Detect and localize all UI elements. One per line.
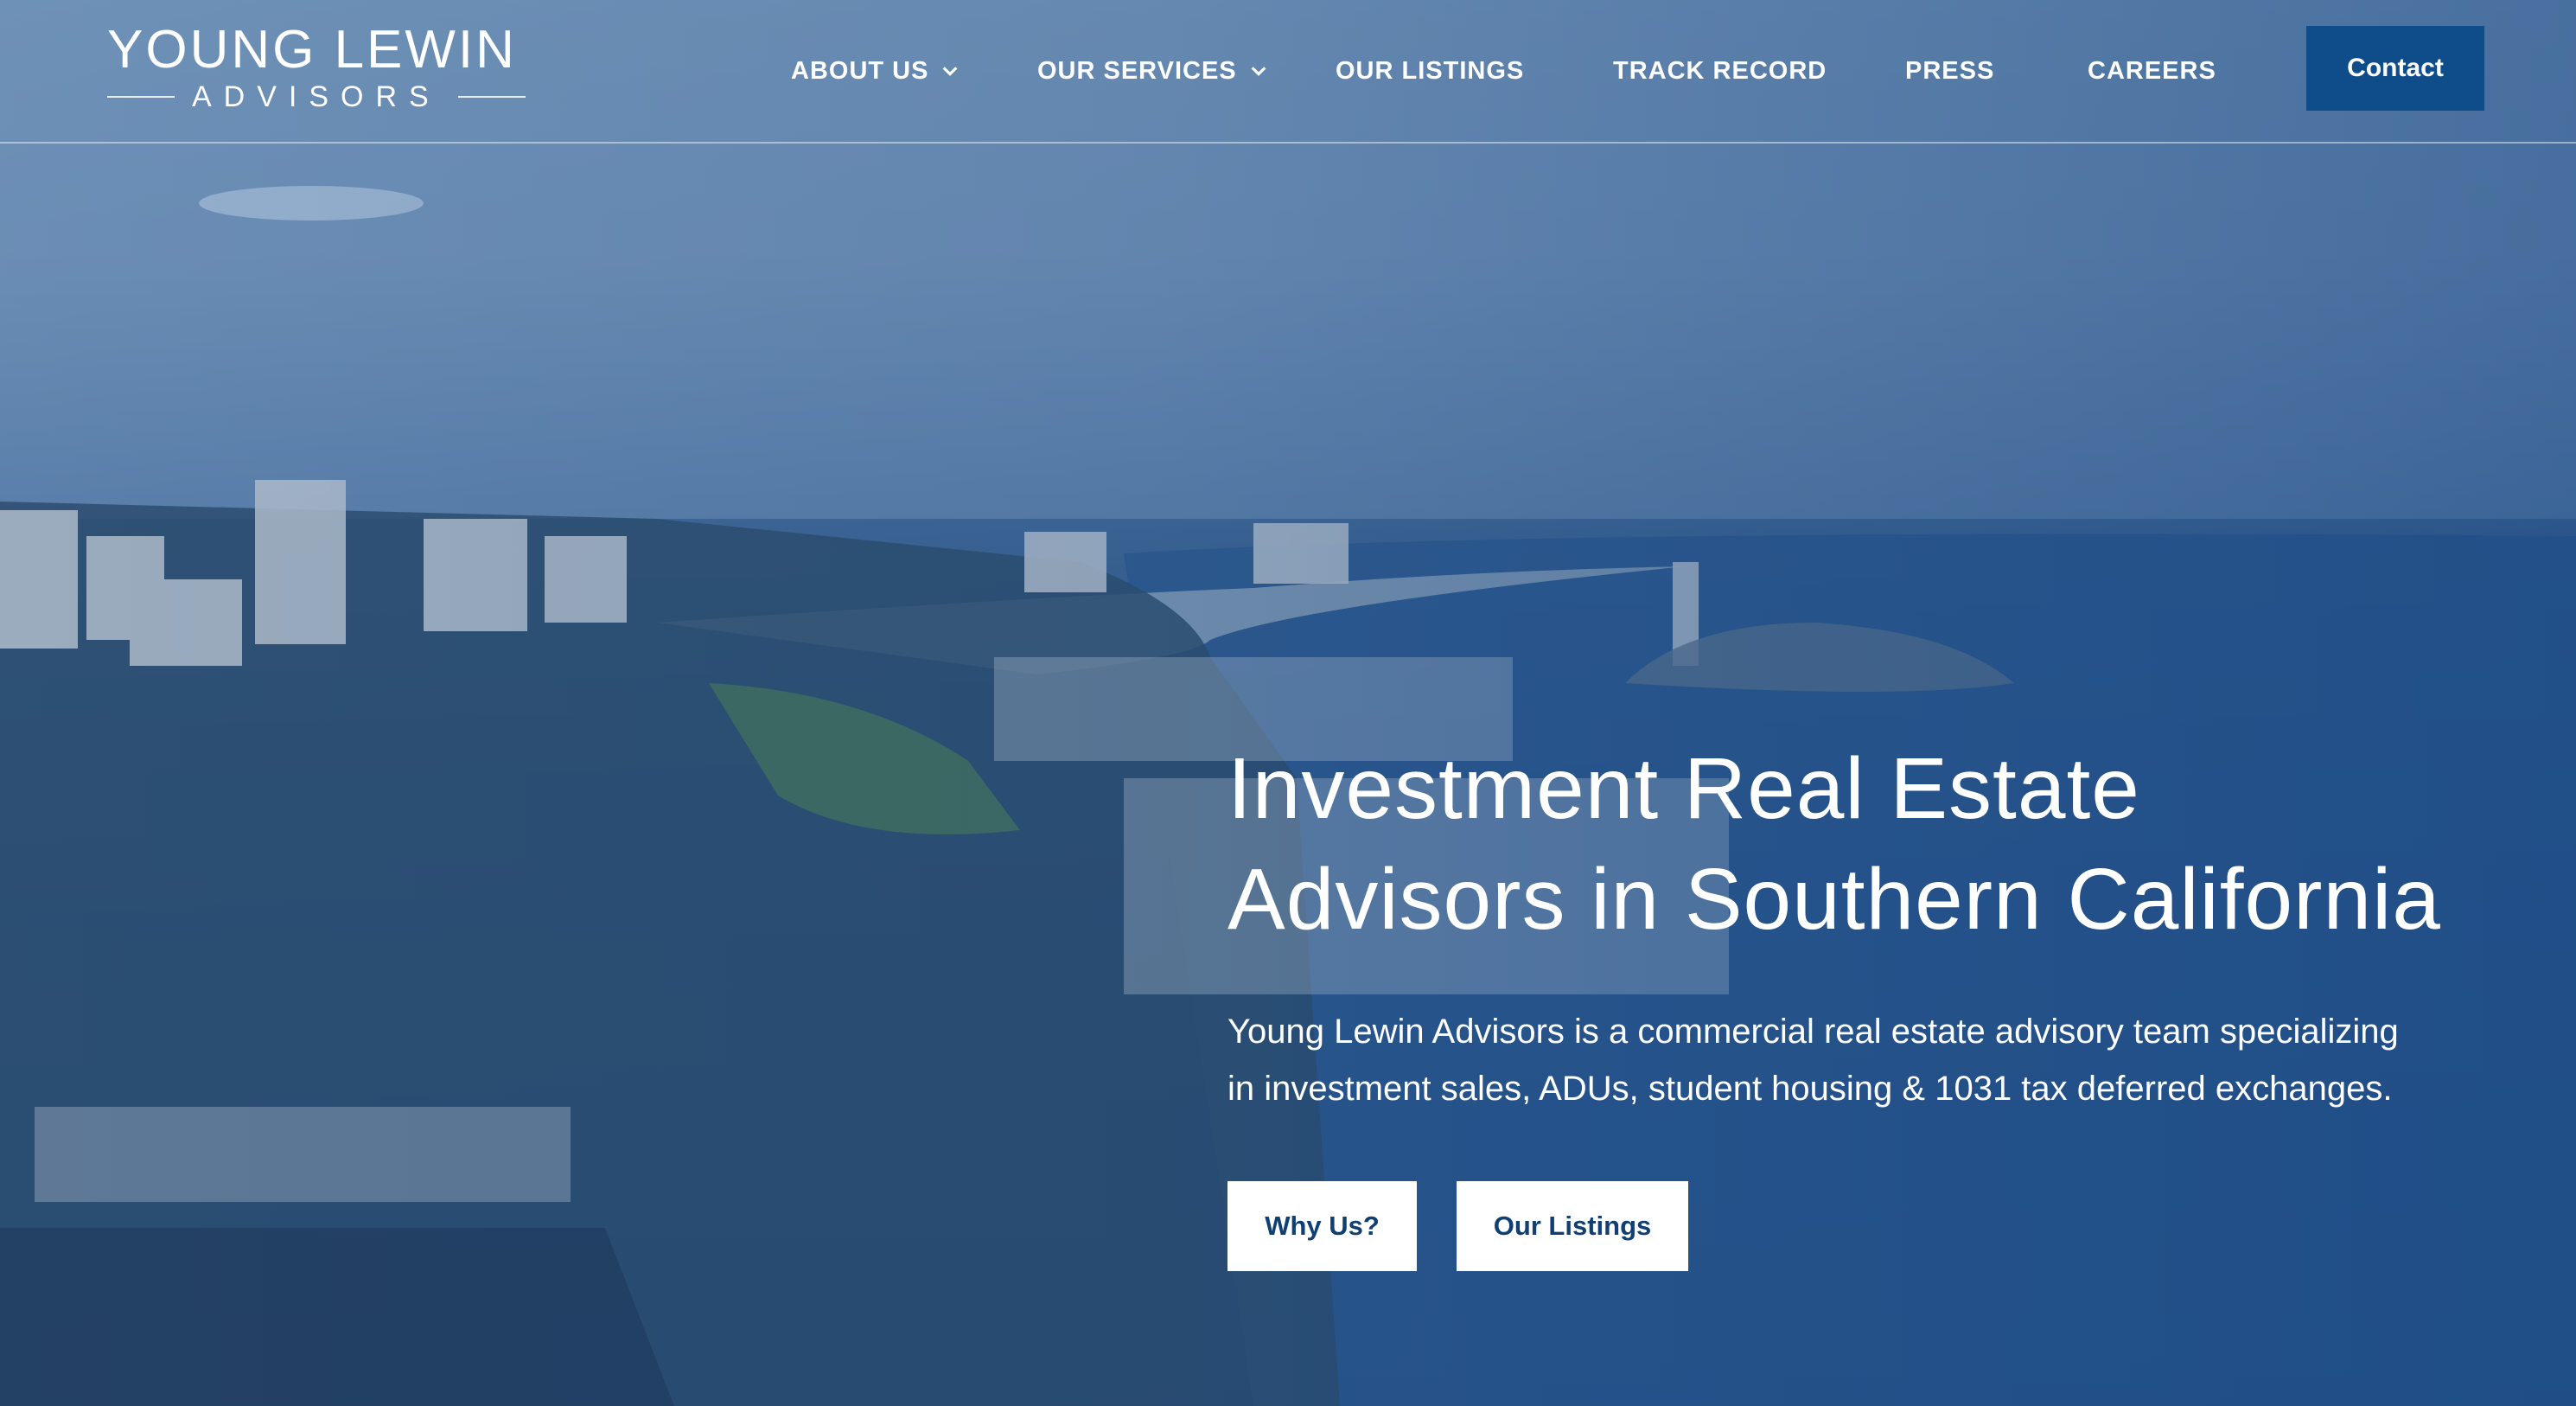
logo[interactable]: YOUNG LEWIN ADVISORS bbox=[107, 22, 578, 118]
nav-label: ABOUT US bbox=[791, 56, 929, 85]
nav-item-our-listings[interactable]: OUR LISTINGS bbox=[1336, 52, 1524, 90]
hero-description-line-1: Young Lewin Advisors is a commercial rea… bbox=[1227, 1013, 2399, 1051]
our-listings-button[interactable]: Our Listings bbox=[1457, 1181, 1688, 1271]
nav-item-press[interactable]: PRESS bbox=[1905, 52, 1994, 90]
nav-item-careers[interactable]: CAREERS bbox=[2088, 52, 2216, 90]
nav-label: PRESS bbox=[1905, 56, 1995, 85]
nav-label: TRACK RECORD bbox=[1613, 56, 1827, 85]
nav-item-track-record[interactable]: TRACK RECORD bbox=[1613, 52, 1827, 90]
contact-button[interactable]: Contact bbox=[2306, 26, 2484, 111]
chevron-down-icon bbox=[1251, 67, 1266, 76]
nav-label: CAREERS bbox=[2088, 56, 2216, 85]
hero-title: Investment Real Estate Advisors in South… bbox=[1227, 733, 2507, 955]
logo-wordmark: YOUNG LEWIN bbox=[107, 20, 517, 80]
chevron-down-icon bbox=[942, 67, 958, 76]
logo-divider-right bbox=[457, 96, 526, 98]
why-us-button[interactable]: Why Us? bbox=[1227, 1181, 1417, 1271]
logo-divider-left bbox=[107, 96, 175, 98]
nav-item-about-us[interactable]: ABOUT US bbox=[791, 52, 960, 90]
site-header: YOUNG LEWIN ADVISORS ABOUT US OUR SERVIC… bbox=[0, 0, 2576, 144]
logo-subtitle: ADVISORS bbox=[192, 80, 441, 113]
hero-title-line-1: Investment Real Estate bbox=[1227, 740, 2140, 837]
nav-label: OUR SERVICES bbox=[1037, 56, 1237, 85]
hero-description-line-2: in investment sales, ADUs, student housi… bbox=[1227, 1070, 2393, 1108]
logo-subline: ADVISORS bbox=[107, 81, 578, 112]
page: YOUNG LEWIN ADVISORS ABOUT US OUR SERVIC… bbox=[0, 0, 2576, 1406]
hero-description: Young Lewin Advisors is a commercial rea… bbox=[1227, 1003, 2524, 1117]
hero-title-line-2: Advisors in Southern California bbox=[1227, 851, 2441, 948]
nav-item-our-services[interactable]: OUR SERVICES bbox=[1037, 52, 1268, 90]
nav-label: OUR LISTINGS bbox=[1336, 56, 1525, 85]
